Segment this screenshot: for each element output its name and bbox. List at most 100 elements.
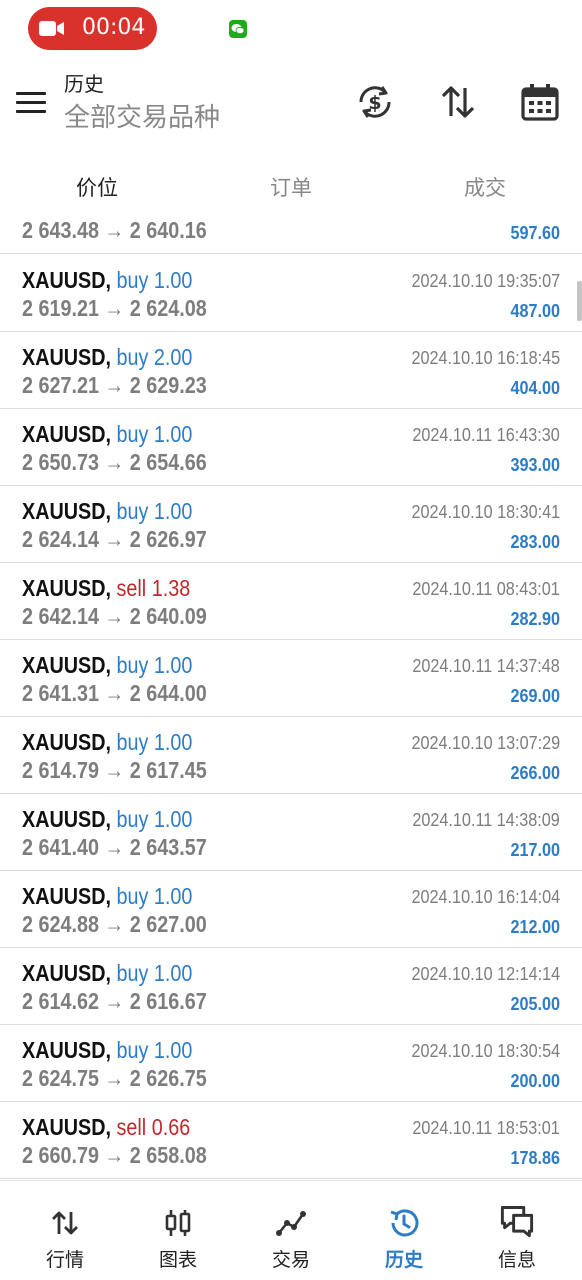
quotes-icon [52, 1211, 78, 1235]
deal-time: 2024.10.11 16:43:30 [412, 425, 560, 445]
list-item[interactable]: 2 643.48 → 2 640.16 597.60 [0, 222, 582, 254]
profit-value: 266.00 [510, 763, 560, 783]
list-item[interactable]: XAUUSD, buy 2.00 2 627.21 → 2 629.23 2024.… [0, 332, 582, 409]
menu-icon[interactable] [16, 92, 46, 114]
symbol-name: XAUUSD, [22, 267, 112, 293]
deal-side-volume: buy 1.00 [116, 960, 193, 986]
symbol-name: XAUUSD, [22, 729, 112, 755]
list-item[interactable]: XAUUSD, buy 1.00 2 641.40 → 2 643.57 2024.… [0, 794, 582, 871]
symbol-name: XAUUSD, [22, 498, 112, 524]
deal-side-volume: buy 1.00 [116, 498, 193, 524]
list-item[interactable]: XAUUSD, buy 1.00 2 614.79 → 2 617.45 2024.… [0, 717, 582, 794]
dollar-refresh-icon[interactable]: $ [355, 82, 395, 122]
symbol-filter[interactable]: 全部交易品种 [64, 102, 220, 132]
calendar-icon[interactable] [520, 82, 560, 122]
price-range: 2 627.21 → 2 629.23 [22, 372, 207, 398]
nav-label: 交易 [271, 1250, 310, 1271]
list-item[interactable]: XAUUSD, buy 1.00 2 641.31 → 2 644.00 2024.… [0, 640, 582, 717]
symbol-name: XAUUSD, [22, 1037, 112, 1063]
deal-title: XAUUSD, buy 1.00 [22, 267, 192, 294]
symbol-name: XAUUSD, [22, 652, 112, 678]
wechat-icon [229, 20, 247, 38]
deal-side-volume: buy 1.00 [116, 421, 193, 447]
list-item[interactable]: XAUUSD, buy 1.00 2 624.14 → 2 626.97 2024.… [0, 486, 582, 563]
deal-time: 2024.10.11 18:53:01 [412, 1118, 560, 1138]
list-item[interactable]: XAUUSD, buy 1.00 2 624.75 → 2 626.75 2024.… [0, 1025, 582, 1102]
deal-time: 2024.10.11 14:37:48 [412, 656, 560, 676]
list-item[interactable]: XAUUSD, sell 0.66 2 660.79 → 2 658.08 2024… [0, 1102, 582, 1179]
price-range: 2 614.62 → 2 616.67 [22, 988, 207, 1014]
nav-quotes[interactable]: 行情 [7, 1181, 123, 1280]
profit-value: 282.90 [510, 609, 560, 629]
tab-positions[interactable]: 价位 [0, 172, 194, 202]
price-range: 2 643.48 → 2 640.16 [22, 222, 207, 243]
deal-time: 2024.10.10 13:07:29 [411, 733, 560, 753]
nav-messages[interactable]: 信息 [459, 1181, 575, 1280]
deal-side-volume: buy 1.00 [116, 729, 193, 755]
profit-value: 205.00 [510, 994, 560, 1014]
app-bar: 历史 全部交易品种 $ [0, 60, 582, 148]
nav-history[interactable]: 历史 [346, 1181, 462, 1280]
symbol-name: XAUUSD, [22, 883, 112, 909]
deal-side-volume: buy 2.00 [116, 344, 193, 370]
list-item[interactable]: XAUUSD, buy 1.00 2 619.21 → 2 624.08 2024.… [0, 255, 582, 332]
list-item[interactable]: XAUUSD, buy 1.00 2 624.88 → 2 627.00 2024.… [0, 871, 582, 948]
price-range: 2 624.88 → 2 627.00 [22, 911, 207, 937]
symbol-name: XAUUSD, [22, 421, 112, 447]
deal-side-volume: sell 1.38 [116, 575, 191, 601]
history-list[interactable]: 2 643.48 → 2 640.16 597.60 XAUUSD, buy 1… [0, 222, 582, 1180]
deal-title: XAUUSD, buy 1.00 [22, 960, 192, 987]
nav-label: 图表 [158, 1250, 197, 1271]
list-item[interactable]: XAUUSD, sell 1.38 2 642.14 → 2 640.09 2024… [0, 563, 582, 640]
page-title: 历史 [64, 74, 104, 96]
chart-icon [165, 1210, 191, 1236]
price-range: 2 642.14 → 2 640.09 [22, 603, 207, 629]
screen-recording-indicator[interactable]: 00:04 [28, 7, 157, 50]
nav-trade[interactable]: 交易 [233, 1181, 349, 1280]
messages-icon [500, 1206, 534, 1238]
tab-deals[interactable]: 成交 [388, 172, 582, 202]
status-bar: 00:04 [0, 0, 582, 60]
deal-side-volume: sell 0.66 [116, 1114, 191, 1140]
list-item[interactable]: XAUUSD, buy 1.00 2 650.73 → 2 654.66 2024.… [0, 409, 582, 486]
video-camera-icon [39, 21, 64, 36]
deal-title: XAUUSD, sell 1.38 [22, 575, 190, 602]
svg-text:$: $ [368, 92, 381, 114]
deal-time: 2024.10.11 14:38:09 [412, 810, 560, 830]
recording-timer: 00:04 [82, 15, 146, 40]
profit-value: 217.00 [510, 840, 560, 860]
profit-value: 404.00 [510, 378, 560, 398]
deal-side-volume: buy 1.00 [116, 883, 193, 909]
price-range: 2 619.21 → 2 624.08 [22, 295, 207, 321]
symbol-name: XAUUSD, [22, 806, 112, 832]
deal-time: 2024.10.11 08:43:01 [412, 579, 560, 599]
deal-title: XAUUSD, buy 1.00 [22, 421, 192, 448]
profit-value: 487.00 [510, 301, 560, 321]
nav-label: 行情 [45, 1250, 84, 1271]
price-range: 2 624.14 → 2 626.97 [22, 526, 207, 552]
nav-label: 历史 [384, 1250, 423, 1271]
symbol-name: XAUUSD, [22, 1114, 112, 1140]
nav-chart[interactable]: 图表 [120, 1181, 236, 1280]
price-range: 2 624.75 → 2 626.75 [22, 1065, 207, 1091]
deal-title: XAUUSD, buy 1.00 [22, 806, 192, 833]
deal-title: XAUUSD, buy 1.00 [22, 652, 192, 679]
price-range: 2 641.31 → 2 644.00 [22, 680, 207, 706]
deal-title: XAUUSD, buy 1.00 [22, 729, 192, 756]
tab-orders[interactable]: 订单 [194, 172, 388, 202]
scrollbar-thumb[interactable] [577, 281, 582, 321]
tab-bar: 价位 订单 成交 [0, 160, 582, 222]
deal-title: XAUUSD, sell 0.66 [22, 1114, 190, 1141]
profit-value: 200.00 [510, 1071, 560, 1091]
deal-time: 2024.10.10 16:14:04 [411, 887, 560, 907]
profit-value: 283.00 [510, 532, 560, 552]
bottom-navigation: 行情 图表 交易 历史 信息 [0, 1180, 582, 1280]
sort-icon[interactable] [438, 82, 478, 122]
list-item[interactable]: XAUUSD, buy 1.00 2 614.62 → 2 616.67 2024.… [0, 948, 582, 1025]
profit-value: 597.60 [510, 223, 560, 243]
deal-side-volume: buy 1.00 [116, 267, 193, 293]
deal-time: 2024.10.10 12:14:14 [411, 964, 560, 984]
deal-side-volume: buy 1.00 [116, 806, 193, 832]
history-icon [390, 1209, 419, 1237]
price-range: 2 641.40 → 2 643.57 [22, 834, 207, 860]
